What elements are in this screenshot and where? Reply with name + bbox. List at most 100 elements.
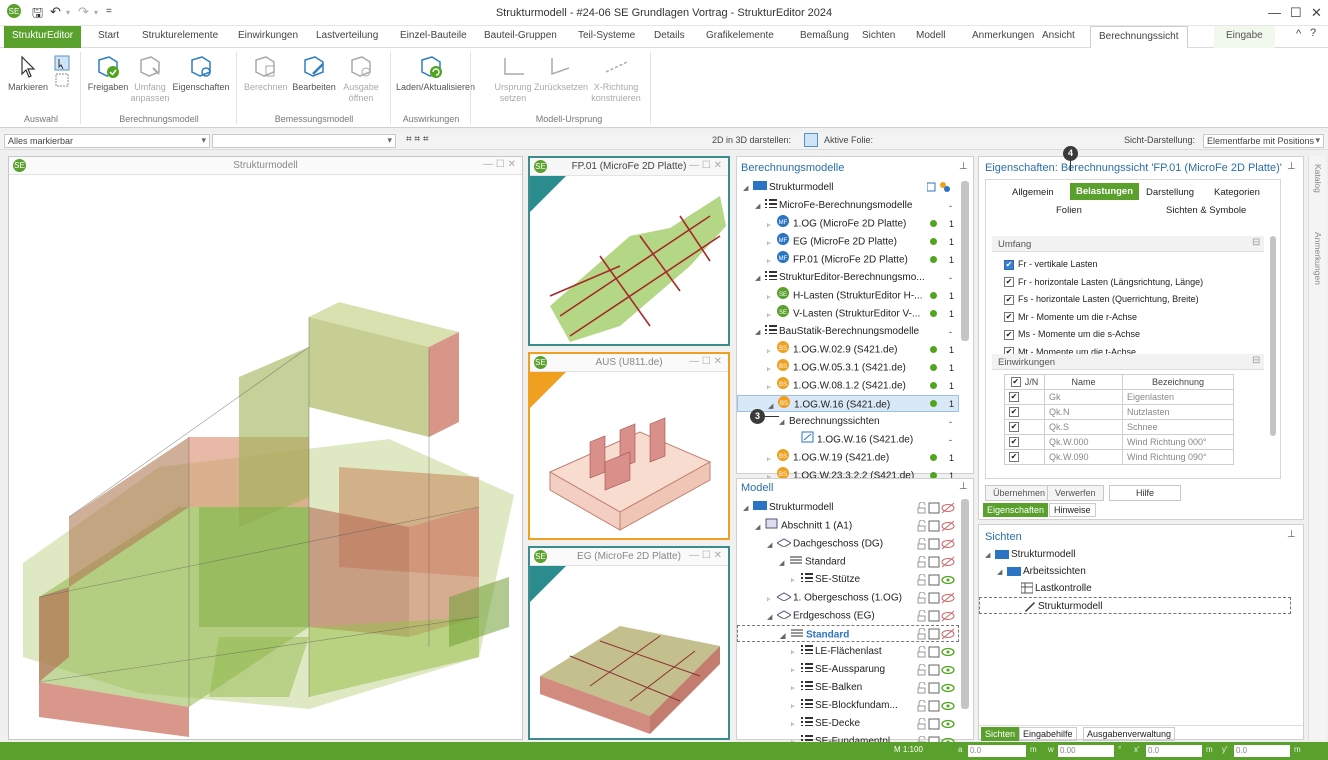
fp01-plate-model[interactable] [530,176,728,344]
tab-modell[interactable]: Modell [916,30,945,41]
berechnen-button[interactable]: Berechnen [244,54,288,93]
lock-visibility-icons[interactable] [917,717,957,733]
side-tab-anmerkungen[interactable]: Anmerkungen [1313,232,1323,285]
checkbox[interactable]: ✔ [1009,422,1019,433]
tree-row[interactable]: ◢ MicroFe-Berechnungsmodelle [737,197,959,214]
expander-icon[interactable]: ▹ [767,379,777,396]
jn-cell[interactable]: ✔ [1004,389,1045,405]
checkbox[interactable]: ✔ [1010,377,1021,388]
tab-berechnungssicht[interactable]: Berechnungssicht [1090,26,1188,49]
tab-struktureditor[interactable]: StrukturEditor [4,26,82,48]
freigeben-button[interactable]: Freigaben [86,54,130,93]
checkbox[interactable]: ✔ [1009,392,1019,403]
expander-icon[interactable]: ▹ [791,662,801,679]
checkbox[interactable]: ✔ [1004,329,1014,340]
checkbox[interactable]: ✔ [1009,452,1019,463]
expander-icon[interactable]: ◢ [779,414,789,431]
eigenschaften-button[interactable]: Eigenschaften [172,54,230,93]
scrollbar[interactable] [961,181,969,341]
sichten-row[interactable]: ◢ Strukturmodell [985,546,1075,563]
tab-ausgabenverwaltung[interactable]: Ausgabenverwaltung [1083,727,1176,741]
expander-icon[interactable]: ◢ [779,555,789,572]
jn-cell[interactable]: ✔ [1004,419,1045,435]
bearbeiten-button[interactable]: Bearbeiten [290,54,338,93]
tab-sichten-bottom[interactable]: Sichten [981,727,1020,741]
tree-row[interactable]: ▹ BS 1.OG.W.02.9 (S421.de) [737,341,959,358]
tab-strukturelemente[interactable]: Strukturelemente [142,30,218,41]
expander-icon[interactable]: ▹ [767,451,777,468]
tab-darstellung[interactable]: Darstellung [1146,187,1194,198]
ursprung-setzen-button[interactable]: Ursprung setzen [494,54,532,104]
structure-3d-model[interactable] [9,177,522,739]
table-row[interactable]: ✔ Qk.W.090 Wind Richtung 090° [1004,449,1234,465]
side-tab-katalog[interactable]: Katalog [1313,164,1323,193]
expander-icon[interactable]: ▹ [767,343,777,360]
tree-row[interactable]: ▹ MF FP.01 (MicroFe 2D Platte) [737,251,959,268]
table-row[interactable]: ✔ Qk.W.000 Wind Richtung 000° [1004,434,1234,450]
secondary-combo[interactable] [212,134,396,148]
checkbox[interactable]: ✔ [1009,437,1019,448]
umfang-checkbox-row[interactable]: ✔ Fr - vertikale Lasten [1004,256,1098,273]
table-row[interactable]: ✔ Qk.N Nutzlasten [1004,404,1234,420]
laden-aktualisieren-button[interactable]: Laden/Aktualisieren [396,54,475,93]
viewport-window-controls[interactable]: — ☐ ✕ [483,159,516,170]
umfang-checkbox-row[interactable]: ✔ Ms - Momente um die s-Achse [1004,326,1140,343]
checkbox[interactable]: ✔ [1004,277,1014,288]
tree-row[interactable]: ▹ MF 1.OG (MicroFe 2D Platte) [737,215,959,232]
expander-icon[interactable]: ◢ [743,500,753,517]
filter-binocular-icons[interactable]: ⌗ ⌗ ⌗ [406,134,428,145]
tree-row[interactable]: ◢ StrukturEditor-Berechnungsmo... [737,269,959,286]
lock-visibility-icons[interactable] [917,627,957,643]
viewport-aus[interactable]: SE AUS (U811.de) — ☐ ✕ [528,352,730,540]
tree-row[interactable]: ◢ BauStatik-Berechnungsmodelle [737,323,959,340]
ausgabe-oeffnen-button[interactable]: Ausgabe öffnen [340,54,382,104]
tab-kategorien[interactable]: Kategorien [1214,187,1260,198]
collapse-icon[interactable]: ⊟ [1252,237,1260,248]
jn-cell[interactable]: ✔ [1004,434,1045,450]
lock-visibility-icons[interactable] [917,591,957,607]
markieren-button[interactable]: Markieren [8,54,48,93]
collapse-ribbon-icon[interactable]: ^ [1296,28,1301,40]
tab-eingabehilfe[interactable]: Eingabehilfe [1019,727,1077,741]
tree-row-selected[interactable]: ◢ BS 1.OG.W.16 (S421.de) [737,395,959,412]
pin-icon[interactable]: ⊥ [959,161,968,172]
expander-icon[interactable]: ◢ [767,537,777,554]
umfang-anpassen-button[interactable]: Umfang anpassen [130,54,170,104]
tab-einzel-bauteile[interactable]: Einzel-Bauteile [400,30,467,41]
lock-visibility-icons[interactable] [917,681,957,697]
expander-icon[interactable]: ◢ [755,519,765,536]
subtab-eigenschaften[interactable]: Eigenschaften [983,503,1049,517]
umfang-header[interactable]: Umfang ⊟ [992,236,1264,252]
expander-icon[interactable]: ◢ [755,270,765,287]
table-row[interactable]: ✔ Qk.S Schnee [1004,419,1234,435]
tree-row[interactable]: 1.OG.W.16 (S421.de) [737,431,959,448]
zuruecksetzen-button[interactable]: Zurücksetzen [534,54,588,93]
tree-row[interactable]: ▹ BS 1.OG.W.08.1.2 (S421.de) [737,377,959,394]
tab-eingabe[interactable]: Eingabe [1214,26,1275,48]
umfang-checkbox-row[interactable]: ✔ Fs - horizontale Lasten (Querrichtung, … [1004,291,1199,308]
tab-start[interactable]: Start [98,30,119,41]
x-richtung-button[interactable]: X-Richtung konstruieren [588,54,644,104]
viewport-strukturmodell[interactable]: SE Strukturmodell — ☐ ✕ [8,156,523,740]
tab-allgemein[interactable]: Allgemein [1012,187,1054,198]
lock-visibility-icons[interactable] [917,609,957,625]
tab-belastungen[interactable]: Belastungen [1070,183,1140,200]
minimize-icon[interactable]: — [1268,5,1281,20]
checkbox[interactable]: ✔ [1009,407,1019,418]
x-field[interactable]: 0.0 [1146,745,1202,757]
collapse-icon[interactable]: ⊟ [1252,355,1260,366]
lock-visibility-icons[interactable] [917,573,957,589]
maximize-icon[interactable]: ☐ [1290,5,1302,21]
viewport-window-controls[interactable]: — ☐ ✕ [689,550,722,561]
expander-icon[interactable]: ▹ [767,217,777,234]
a-field[interactable]: 0.0 [968,745,1026,757]
expander-icon[interactable]: ▹ [791,698,801,715]
expander-icon[interactable]: ▹ [791,716,801,733]
viewport-fp01[interactable]: SE FP.01 (MicroFe 2D Platte) — ☐ ✕ [528,156,730,346]
viewport-eg[interactable]: SE EG (MicroFe 2D Platte) — ☐ ✕ [528,546,730,740]
eg-plate-model[interactable] [530,566,728,738]
table-row[interactable]: ✔ Gk Eigenlasten [1004,389,1234,405]
close-icon[interactable]: ✕ [1311,5,1322,21]
lock-visibility-icons[interactable] [917,555,957,571]
pin-icon[interactable]: ⊥ [1287,161,1296,172]
